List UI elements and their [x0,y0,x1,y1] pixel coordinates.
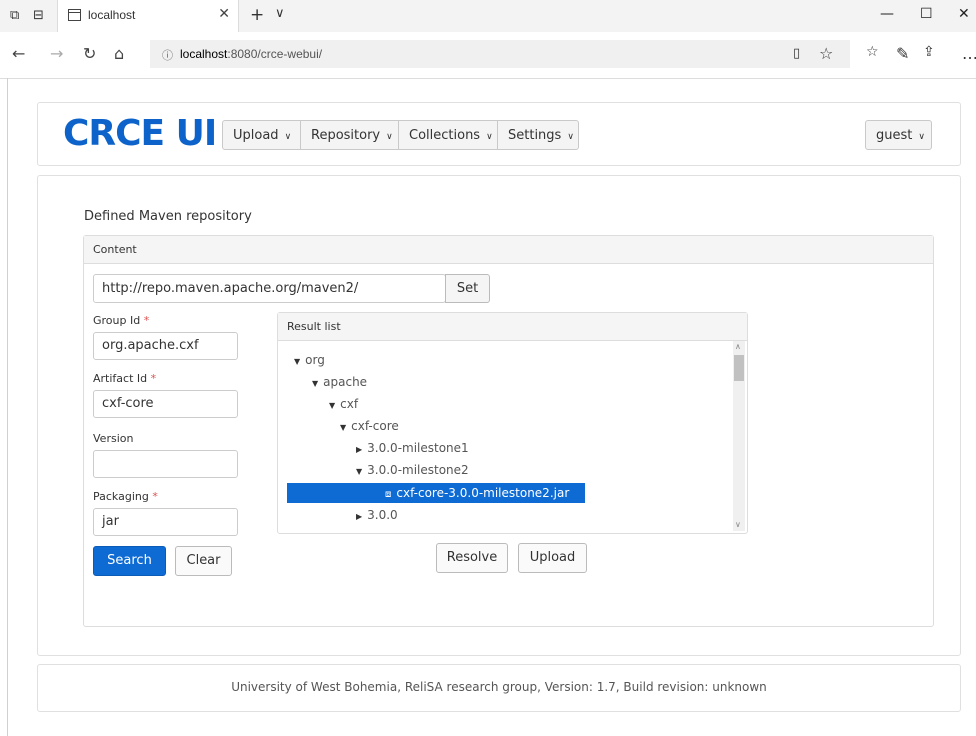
tab-set-aside-icon[interactable]: ⧉ [10,8,19,23]
favorites-list-icon[interactable]: ☆ [866,44,879,60]
back-icon[interactable]: ← [12,44,25,63]
caret-down-icon: ▼ [356,467,363,476]
tree-node-milestone1[interactable]: ▶ 3.0.0-milestone1 [356,438,469,458]
url-path: :8080/crce-webui/ [227,47,323,61]
result-list-title: Result list [287,320,341,333]
tab-title: localhost [88,8,136,22]
close-tab-icon[interactable]: ✕ [218,6,230,22]
menu-settings-label: Settings [508,128,562,143]
chevron-down-icon: ∨ [567,132,574,142]
user-name: guest [876,128,913,143]
panel-header: Content [84,236,933,264]
share-icon[interactable]: ⇪ [923,44,935,60]
chevron-down-icon: ∨ [386,132,393,142]
chevron-down-icon: ∨ [284,132,292,142]
caret-down-icon: ▼ [294,357,301,366]
packaging-label: Packaging * [93,490,158,503]
app-logo[interactable]: CRCE UI [63,113,217,154]
tree-node-apache[interactable]: ▼ apache [312,372,367,392]
menu-repository[interactable]: Repository ∨ [300,120,399,150]
tree-node-milestone2[interactable]: ▼ 3.0.0-milestone2 [356,460,469,480]
packaging-input[interactable]: jar [93,508,238,536]
menu-repository-label: Repository [311,128,381,143]
set-button[interactable]: Set [445,274,490,303]
content-panel: Content http://repo.maven.apache.org/mav… [83,235,934,627]
menu-upload[interactable]: Upload ∨ [222,120,301,150]
scroll-up-icon[interactable]: ∧ [735,342,741,351]
tree-node-org[interactable]: ▼ org [294,350,325,370]
page-title: Defined Maven repository [84,209,252,224]
chevron-down-icon: ∨ [486,132,493,142]
info-icon[interactable]: ⓘ [162,47,173,63]
menu-settings[interactable]: Settings ∨ [497,120,579,150]
favorite-star-icon[interactable]: ☆ [819,44,833,63]
tree-node-3-0-0[interactable]: ▶ 3.0.0 [356,505,398,525]
browser-tab-bar: ⧉ ⊟ localhost ✕ + ∨ — ☐ ✕ [0,0,976,32]
app-header: CRCE UI Upload ∨ Repository ∨ Collections ∨… [37,102,961,166]
page-footer: University of West Bohemia, ReliSA resea… [37,664,961,712]
panel-title: Content [93,243,137,256]
url-host: localhost [180,47,228,61]
upload-button[interactable]: Upload [518,543,587,573]
maximize-icon[interactable]: ☐ [920,6,933,22]
menu-upload-label: Upload [233,128,279,143]
scroll-down-icon[interactable]: ∨ [735,520,741,529]
forward-icon[interactable]: → [50,44,63,63]
window-border [7,78,8,736]
search-button[interactable]: Search [93,546,166,576]
caret-down-icon: ▼ [329,401,336,410]
caret-right-icon: ▶ [356,512,363,521]
menu-collections-label: Collections [409,128,481,143]
caret-right-icon: ▶ [356,445,363,454]
browser-nav-bar: ← → ↻ ⌂ ⓘ localhost:8080/crce-webui/ ▯ ☆… [0,32,976,79]
page-icon [68,9,81,21]
artifact-id-input[interactable]: cxf-core [93,390,238,418]
notes-pen-icon[interactable]: ✎ [896,44,909,63]
caret-down-icon: ▼ [340,423,347,432]
group-id-label: Group Id * [93,314,150,327]
tab-list-chevron-icon[interactable]: ∨ [275,6,285,21]
address-bar[interactable]: ⓘ localhost:8080/crce-webui/ [150,40,850,68]
minimize-icon[interactable]: — [880,6,894,22]
footer-text: University of West Bohemia, ReliSA resea… [231,680,767,694]
tree-node-cxf[interactable]: ▼ cxf [329,394,358,414]
menu-collections[interactable]: Collections ∨ [398,120,498,150]
result-scrollbar[interactable]: ∧ ∨ [733,341,745,531]
more-icon[interactable]: … [962,44,976,63]
tree-node-jar-selected[interactable]: ⧈ cxf-core-3.0.0-milestone2.jar [287,483,585,503]
new-tab-icon[interactable]: + [250,5,264,25]
repository-url-input[interactable]: http://repo.maven.apache.org/maven2/ [93,274,446,303]
main-content: Defined Maven repository Content http://… [37,175,961,656]
version-input[interactable] [93,450,238,478]
refresh-icon[interactable]: ↻ [83,44,96,63]
group-id-input[interactable]: org.apache.cxf [93,332,238,360]
tab-preview-icon[interactable]: ⊟ [33,8,44,23]
package-icon: ⧈ [385,489,392,500]
browser-tab[interactable]: localhost ✕ [57,0,239,32]
resolve-button[interactable]: Resolve [436,543,508,573]
reading-view-icon[interactable]: ▯ [793,46,800,61]
artifact-id-label: Artifact Id * [93,372,157,385]
chevron-down-icon: ∨ [918,132,925,142]
result-list-header: Result list [278,313,747,341]
scroll-thumb[interactable] [734,355,744,381]
home-icon[interactable]: ⌂ [114,44,124,63]
tree-node-cxf-core[interactable]: ▼ cxf-core [340,416,399,436]
caret-down-icon: ▼ [312,379,319,388]
result-list: Result list ▼ org ▼ apache ▼ cxf ▼ cxf-core … [277,312,748,534]
user-menu[interactable]: guest ∨ [865,120,932,150]
close-window-icon[interactable]: ✕ [958,6,970,22]
version-label: Version [93,432,134,445]
clear-button[interactable]: Clear [175,546,232,576]
